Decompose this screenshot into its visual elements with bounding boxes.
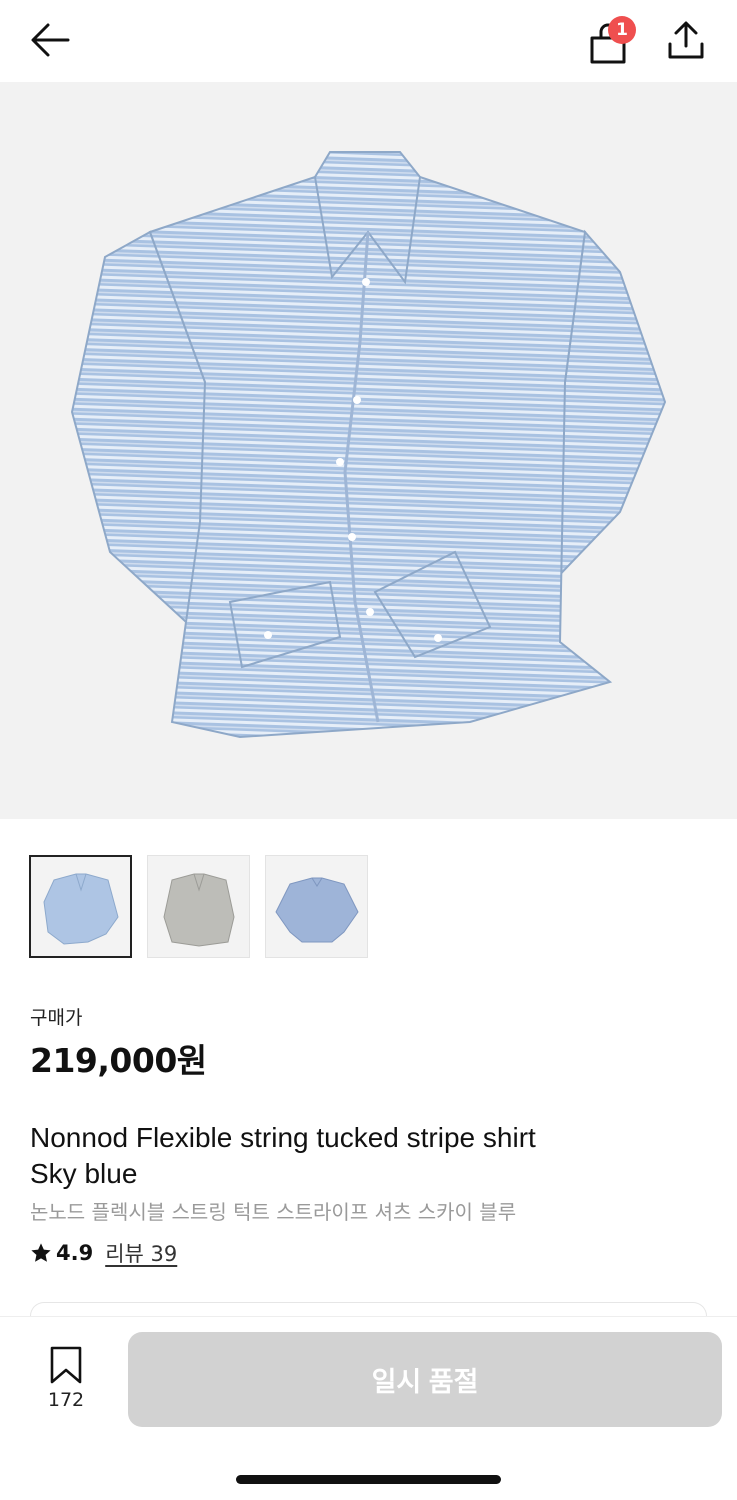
wishlist-button[interactable]: 172 xyxy=(38,1345,94,1411)
home-indicator xyxy=(236,1475,501,1484)
thumbnail-1[interactable] xyxy=(29,855,132,958)
thumbnail-strip xyxy=(29,855,368,958)
share-button[interactable] xyxy=(658,12,714,68)
product-title-ko: 논노드 플렉시블 스트링 턱트 스트라이프 셔츠 스카이 블루 xyxy=(30,1200,517,1224)
thumbnail-sky-blue-shirt xyxy=(42,873,119,945)
wishlist-count: 172 xyxy=(47,1389,85,1411)
thumbnail-grey-shirt xyxy=(162,873,235,947)
cart-count-badge: 1 xyxy=(608,16,636,44)
product-price: 219,000원 xyxy=(30,1041,207,1080)
back-button[interactable] xyxy=(20,14,80,66)
review-link[interactable]: 리뷰 39 xyxy=(105,1238,177,1268)
star-icon xyxy=(31,1243,51,1262)
price-label: 구매가 xyxy=(30,1007,83,1029)
shirt-illustration xyxy=(70,151,667,739)
product-title-en: Nonnod Flexible string tucked stripe shi… xyxy=(30,1120,710,1192)
soldout-button[interactable]: 일시 품절 xyxy=(128,1332,722,1427)
thumbnail-2[interactable] xyxy=(147,855,250,958)
top-bar: 1 xyxy=(0,0,737,82)
rating-row: 4.9 리뷰 39 xyxy=(30,1238,177,1268)
bottom-action-bar: 172 일시 품절 xyxy=(0,1316,737,1500)
product-title-line-2: Sky blue xyxy=(30,1158,138,1189)
arrow-left-icon xyxy=(31,23,70,57)
product-main-image[interactable] xyxy=(0,82,737,819)
bookmark-icon xyxy=(50,1346,82,1384)
thumbnail-blue-shirt-back xyxy=(274,877,359,942)
rating-score: 4.9 xyxy=(56,1241,94,1265)
product-title-line-1: Nonnod Flexible string tucked stripe shi… xyxy=(30,1122,536,1153)
thumbnail-3[interactable] xyxy=(265,855,368,958)
share-upload-icon xyxy=(668,21,704,59)
cart-button[interactable]: 1 xyxy=(578,12,638,68)
